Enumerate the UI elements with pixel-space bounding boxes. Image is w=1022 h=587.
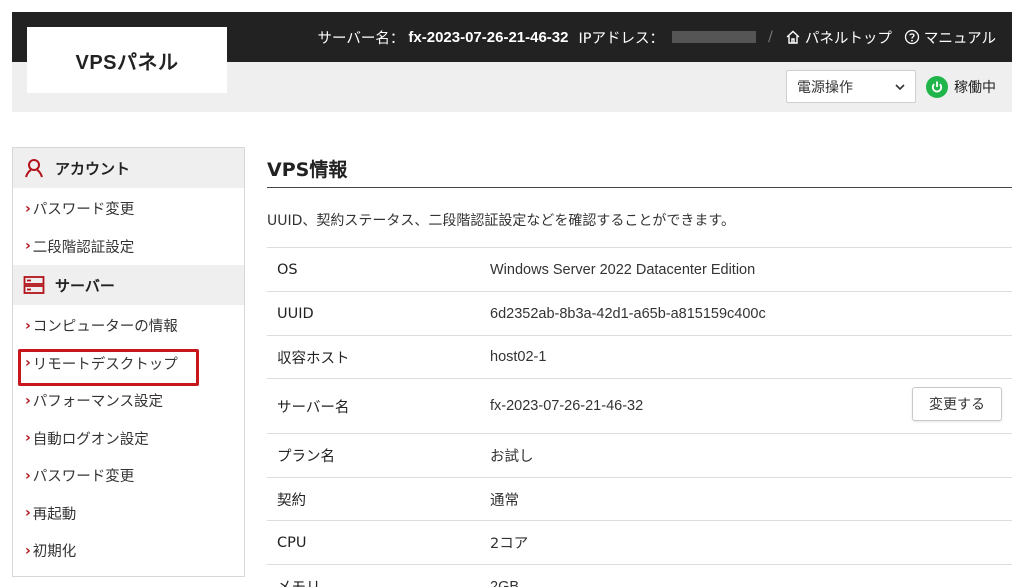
chevron-right-icon: › — [25, 430, 31, 447]
panel-top-link[interactable]: パネルトップ — [785, 27, 892, 48]
page-title: VPS情報 — [267, 147, 1012, 188]
sidebar-item-restart[interactable]: › 再起動 — [13, 495, 244, 533]
table-row: プラン名 お試し — [267, 434, 1012, 478]
header-info: サーバー名： fx-2023-07-26-21-46-32 IPアドレス： / … — [318, 26, 996, 48]
sidebar-item-label: 再起動 — [32, 506, 77, 523]
chevron-right-icon: › — [25, 542, 31, 559]
sidebar-item-label: パスワード変更 — [32, 469, 135, 486]
user-icon — [25, 159, 43, 178]
row-key: 収容ホスト — [277, 350, 350, 367]
manual-link[interactable]: マニュアル — [904, 27, 996, 48]
sidebar-item-server-password[interactable]: › パスワード変更 — [13, 457, 244, 495]
panel-top-label: パネルトップ — [804, 30, 892, 47]
header-separator: / — [768, 29, 773, 45]
server-name-value: fx-2023-07-26-21-46-32 — [408, 28, 569, 46]
row-value: 2GB — [490, 578, 520, 587]
sidebar-item-remote-desktop[interactable]: › リモートデスクトップ — [13, 345, 244, 385]
vps-info-table: OS Windows Server 2022 Datacenter Editio… — [267, 247, 1012, 587]
help-circle-icon — [904, 29, 920, 45]
sidebar-item-label: パスワード変更 — [32, 202, 135, 219]
change-server-name-button[interactable]: 変更する — [912, 387, 1002, 421]
row-key: メモリ — [267, 576, 490, 587]
row-value: Windows Server 2022 Datacenter Edition — [490, 261, 756, 278]
server-heading-label: サーバー — [55, 276, 115, 295]
row-key: プラン名 — [277, 449, 335, 465]
table-row: OS Windows Server 2022 Datacenter Editio… — [267, 248, 1012, 292]
sidebar-item-label: パフォーマンス設定 — [32, 394, 163, 411]
row-key: 契約 — [277, 492, 306, 509]
server-icon — [23, 276, 45, 294]
table-row: UUID 6d2352ab-8b3a-42d1-a65b-a815159c400… — [267, 292, 1012, 336]
manual-label: マニュアル — [923, 30, 996, 47]
power-select-value: 電源操作 — [797, 79, 853, 96]
row-key: OS — [277, 261, 298, 278]
table-row: メモリ 2GB — [267, 565, 1012, 587]
status-label: 稼働中 — [954, 80, 996, 96]
row-key: CPU — [277, 534, 307, 551]
sidebar-item-label: リモートデスクトップ — [32, 356, 178, 373]
server-name-label: サーバー名： — [317, 30, 405, 47]
table-row: 契約 通常 — [267, 478, 1012, 521]
main-content: VPS情報 UUID、契約ステータス、二段階認証設定などを確認することができます… — [267, 147, 1012, 587]
home-icon — [786, 30, 800, 44]
row-key: サーバー名 — [277, 399, 350, 416]
sidebar-item-two-factor[interactable]: › 二段階認証設定 — [13, 228, 244, 266]
row-value: 6d2352ab-8b3a-42d1-a65b-a815159c400c — [490, 305, 766, 322]
ip-address-redacted — [672, 31, 757, 43]
sidebar: アカウント › パスワード変更 › 二段階認証設定 サーバー › コンピューター… — [12, 147, 245, 577]
account-section-heading: アカウント — [13, 148, 244, 188]
server-section-heading: サーバー — [13, 265, 244, 305]
chevron-right-icon: › — [25, 200, 31, 217]
sidebar-item-label: コンピューターの情報 — [32, 319, 178, 336]
chevron-right-icon: › — [25, 317, 31, 334]
sidebar-item-initialize[interactable]: › 初期化 — [13, 532, 244, 570]
table-row: 収容ホスト host02-1 — [267, 336, 1012, 379]
ip-address-label: IPアドレス： — [578, 30, 665, 47]
row-key: UUID — [277, 305, 314, 322]
sidebar-item-computer-info[interactable]: › コンピューターの情報 — [13, 307, 244, 345]
account-heading-label: アカウント — [55, 159, 131, 178]
sidebar-item-performance[interactable]: › パフォーマンス設定 — [13, 382, 244, 420]
power-icon — [926, 76, 948, 98]
sidebar-item-auto-logon[interactable]: › 自動ログオン設定 — [13, 420, 244, 458]
chevron-right-icon: › — [25, 238, 31, 255]
table-row: CPU 2コア — [267, 521, 1012, 565]
sidebar-item-label: 二段階認証設定 — [32, 239, 135, 256]
row-value: 通常 — [490, 492, 519, 509]
row-value: host02-1 — [490, 349, 547, 365]
page-description: UUID、契約ステータス、二段階認証設定などを確認することができます。 — [267, 213, 736, 229]
chevron-right-icon: › — [25, 505, 31, 522]
sidebar-item-label: 自動ログオン設定 — [32, 431, 149, 448]
chevron-right-icon: › — [25, 392, 31, 409]
table-row: サーバー名 fx-2023-07-26-21-46-32 変更する — [267, 379, 1012, 434]
chevron-down-icon — [895, 83, 905, 90]
logo[interactable]: VPSパネル — [27, 27, 227, 93]
logo-text: VPSパネル — [75, 51, 179, 74]
sidebar-item-account-password[interactable]: › パスワード変更 — [13, 190, 244, 228]
sidebar-item-label: 初期化 — [32, 544, 77, 561]
row-value: お試し — [490, 449, 534, 465]
row-value: 2コア — [490, 536, 529, 552]
power-operation-select[interactable]: 電源操作 — [786, 70, 916, 103]
server-status: 稼働中 — [926, 76, 996, 98]
chevron-right-icon: › — [25, 355, 31, 372]
chevron-right-icon: › — [25, 467, 31, 484]
